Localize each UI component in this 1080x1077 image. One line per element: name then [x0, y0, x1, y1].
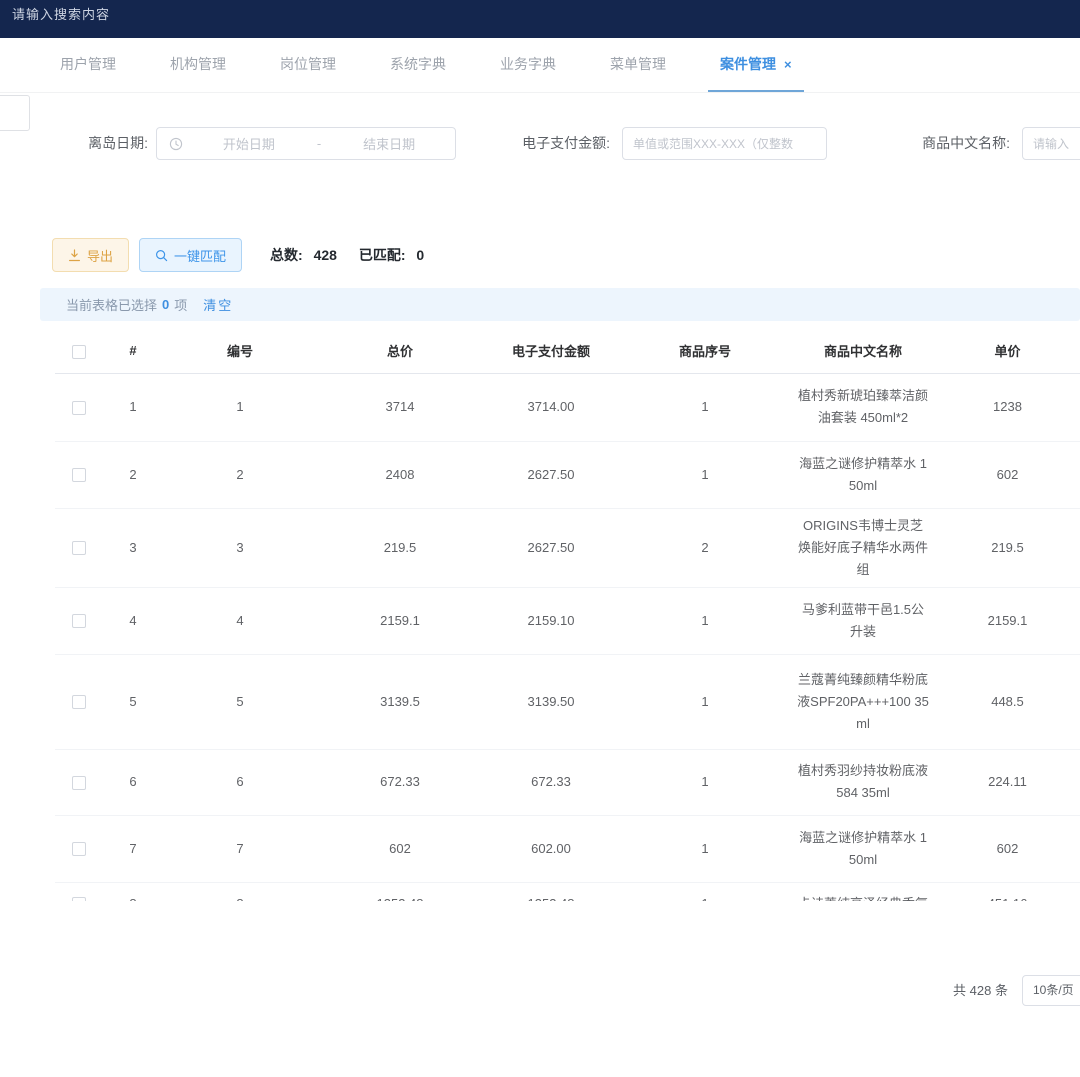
- table-row: 2 2 2408 2627.50 1 海蓝之谜修护精萃水 150ml 602: [55, 441, 1080, 508]
- col-product-seq: 商品序号: [619, 329, 791, 373]
- tab-label: 系统字典: [390, 54, 446, 74]
- app-window: 请输入搜索内容 用户管理 机构管理 岗位管理 系统字典 业务字典 菜单管理 案件…: [0, 0, 1080, 1077]
- tab-post-management[interactable]: 岗位管理: [268, 38, 348, 92]
- top-header-bar: 请输入搜索内容: [0, 0, 1080, 38]
- tab-label: 机构管理: [170, 54, 226, 74]
- global-search-input[interactable]: 请输入搜索内容: [12, 4, 110, 23]
- tab-user-management[interactable]: 用户管理: [48, 38, 128, 92]
- tab-label: 业务字典: [500, 54, 556, 74]
- total-value: 428: [314, 247, 337, 263]
- one-key-match-button[interactable]: 一键匹配: [139, 238, 242, 272]
- table-row: 3 3 219.5 2627.50 2 ORIGINS韦博士灵芝焕能好底子精华水…: [55, 508, 1080, 587]
- tab-case-management[interactable]: 案件管理 ×: [708, 38, 804, 92]
- row-checkbox[interactable]: [72, 776, 86, 790]
- tab-label: 菜单管理: [610, 54, 666, 74]
- col-index: #: [103, 329, 163, 373]
- matched-value: 0: [416, 247, 424, 263]
- collapsed-panel-stub: [0, 95, 30, 131]
- pagination-total-value: 428: [970, 983, 992, 998]
- start-date-placeholder[interactable]: 开始日期: [183, 134, 315, 153]
- matched-label: 已匹配:: [359, 247, 406, 263]
- row-checkbox[interactable]: [72, 541, 86, 555]
- row-checkbox[interactable]: [72, 695, 86, 709]
- selection-prefix: 当前表格已选择: [66, 295, 157, 314]
- download-icon: [68, 249, 81, 262]
- tab-label: 案件管理: [720, 54, 776, 74]
- row-checkbox[interactable]: [72, 842, 86, 856]
- tab-business-dict[interactable]: 业务字典: [488, 38, 568, 92]
- selection-unit: 项: [174, 295, 187, 314]
- table-row: 4 4 2159.1 2159.10 1 马爹利蓝带干邑1.5公升装 2159.…: [55, 587, 1080, 654]
- select-all-checkbox[interactable]: [72, 345, 86, 359]
- search-icon: [155, 249, 168, 262]
- epay-amount-label: 电子支付金额:: [462, 127, 610, 160]
- data-table: # 编号 总价 电子支付金额 商品序号 商品中文名称 单价 1 1 3714 3…: [55, 329, 1080, 901]
- export-button[interactable]: 导出: [52, 238, 129, 272]
- table-row: 5 5 3139.5 3139.50 1 兰蔻菁纯臻颜精华粉底液SPF20PA+…: [55, 654, 1080, 749]
- clock-icon: [169, 137, 183, 151]
- table-header-row: # 编号 总价 电子支付金额 商品序号 商品中文名称 单价: [55, 329, 1080, 373]
- pagination: 共 428 条 10条/页: [0, 975, 1080, 1006]
- filter-row: 离岛日期: 开始日期 - 结束日期 电子支付金额: 商品中文名称:: [0, 127, 1080, 160]
- table-row: 7 7 602 602.00 1 海蓝之谜修护精萃水 150ml 602: [55, 815, 1080, 882]
- match-stats: 总数: 428 已匹配: 0: [270, 245, 424, 265]
- date-range-input[interactable]: 开始日期 - 结束日期: [156, 127, 456, 160]
- tab-label: 用户管理: [60, 54, 116, 74]
- col-total-price: 总价: [317, 329, 483, 373]
- depart-date-label: 离岛日期:: [0, 127, 148, 160]
- end-date-placeholder[interactable]: 结束日期: [323, 134, 455, 153]
- total-label: 总数:: [270, 247, 303, 263]
- selection-info-bar: 当前表格已选择 0 项 清空: [40, 288, 1080, 321]
- col-product-name: 商品中文名称: [791, 329, 935, 373]
- export-button-label: 导出: [87, 246, 113, 265]
- epay-amount-input[interactable]: [622, 127, 827, 160]
- table-row: 1 1 3714 3714.00 1 植村秀新琥珀臻萃洁颜油套装 450ml*2…: [55, 373, 1080, 441]
- date-range-separator: -: [315, 136, 323, 151]
- pagination-total: 共 428 条: [890, 975, 1008, 1006]
- tab-menu-management[interactable]: 菜单管理: [598, 38, 678, 92]
- table-toolbar: 导出 一键匹配 总数: 428 已匹配: 0: [52, 238, 424, 272]
- col-code: 编号: [163, 329, 317, 373]
- row-checkbox[interactable]: [72, 401, 86, 415]
- product-name-input[interactable]: [1022, 127, 1080, 160]
- col-epay-amount: 电子支付金额: [483, 329, 619, 373]
- page-size-select[interactable]: 10条/页: [1022, 975, 1080, 1006]
- table-row: 8 8 1353.48 1353.48 1 卡诗菁纯亮泽经典香氛 451.16: [55, 882, 1080, 901]
- row-checkbox[interactable]: [72, 468, 86, 482]
- tab-org-management[interactable]: 机构管理: [158, 38, 238, 92]
- close-icon[interactable]: ×: [784, 57, 792, 72]
- clear-selection-link[interactable]: 清空: [203, 295, 233, 314]
- row-checkbox[interactable]: [72, 614, 86, 628]
- selection-count: 0: [162, 297, 169, 312]
- tab-bar: 用户管理 机构管理 岗位管理 系统字典 业务字典 菜单管理 案件管理 ×: [0, 38, 1080, 93]
- tab-system-dict[interactable]: 系统字典: [378, 38, 458, 92]
- product-name-label: 商品中文名称:: [860, 127, 1010, 160]
- row-checkbox[interactable]: [72, 897, 86, 901]
- match-button-label: 一键匹配: [174, 246, 226, 265]
- col-unit-price: 单价: [935, 329, 1080, 373]
- tab-label: 岗位管理: [280, 54, 336, 74]
- table-row: 6 6 672.33 672.33 1 植村秀羽纱持妆粉底液 584 35ml …: [55, 749, 1080, 815]
